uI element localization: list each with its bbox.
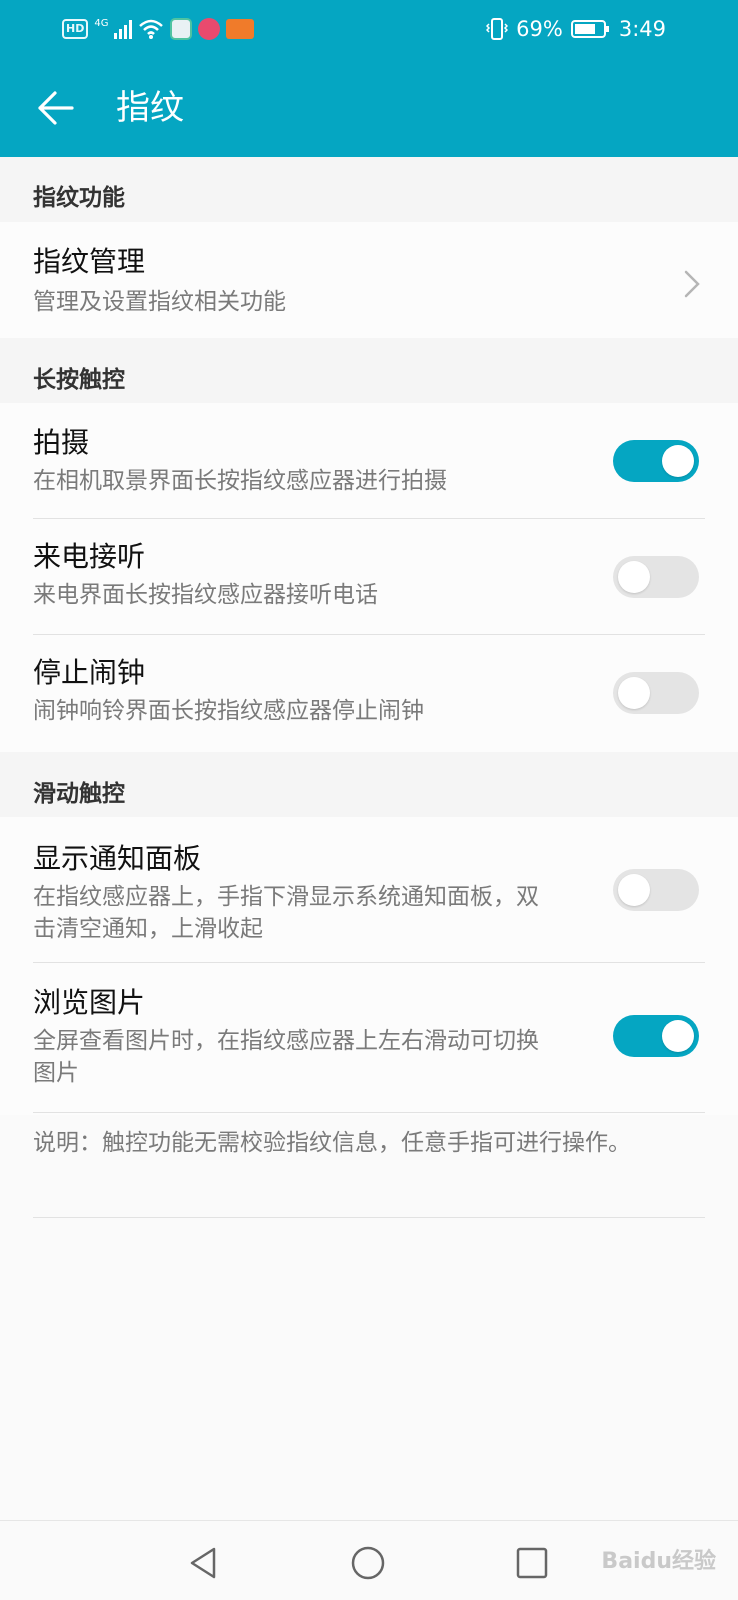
wifi-icon xyxy=(138,18,164,40)
section-title-long-press: 长按触控 xyxy=(33,367,125,393)
divider xyxy=(33,1112,705,1113)
battery-icon xyxy=(570,19,611,39)
fingerprint-management-subtitle: 管理及设置指纹相关功能 xyxy=(33,289,286,315)
nav-back-button[interactable] xyxy=(182,1541,226,1585)
square-recents-icon xyxy=(516,1547,548,1579)
hd-icon: HD xyxy=(62,19,89,39)
browse-photos-row[interactable]: 浏览图片 全屏查看图片时，在指纹感应器上左右滑动可切换图片 xyxy=(0,963,738,1113)
stop-alarm-title: 停止闹钟 xyxy=(33,656,146,689)
signal-icon xyxy=(114,19,133,39)
notification-panel-title: 显示通知面板 xyxy=(33,842,202,875)
card-swipe: 显示通知面板 在指纹感应器上，手指下滑显示系统通知面板，双击清空通知，上滑收起 … xyxy=(0,817,738,1115)
section-title-fingerprint-function: 指纹功能 xyxy=(33,185,125,211)
divider xyxy=(33,1217,705,1218)
stop-alarm-row[interactable]: 停止闹钟 闹钟响铃界面长按指纹感应器停止闹钟 xyxy=(0,635,738,752)
answer-call-subtitle: 来电界面长按指纹感应器接听电话 xyxy=(33,582,378,608)
note-text: 说明：触控功能无需校验指纹信息，任意手指可进行操作。 xyxy=(33,1130,631,1156)
lower-background xyxy=(0,1115,738,1520)
capture-row[interactable]: 拍摄 在相机取景界面长按指纹感应器进行拍摄 xyxy=(0,403,738,519)
status-left-icons: HD 4G xyxy=(62,16,255,42)
browse-photos-title: 浏览图片 xyxy=(33,986,146,1019)
navigation-bar: Baidu经验 xyxy=(0,1520,738,1600)
nav-home-button[interactable] xyxy=(346,1541,390,1585)
back-button[interactable] xyxy=(28,80,84,136)
battery-percent: 69% xyxy=(516,17,563,41)
notification-panel-row[interactable]: 显示通知面板 在指纹感应器上，手指下滑显示系统通知面板，双击清空通知，上滑收起 xyxy=(0,817,738,963)
notification-panel-subtitle: 在指纹感应器上，手指下滑显示系统通知面板，双击清空通知，上滑收起 xyxy=(33,884,539,942)
stop-alarm-subtitle: 闹钟响铃界面长按指纹感应器停止闹钟 xyxy=(33,698,424,724)
vibrate-icon xyxy=(486,16,509,42)
triangle-back-icon xyxy=(190,1547,216,1579)
card-fingerprint-function: 指纹管理 管理及设置指纹相关功能 xyxy=(0,222,738,338)
page-title: 指纹 xyxy=(116,88,184,128)
network-type-label: 4G xyxy=(94,17,109,29)
toolbar: 指纹 xyxy=(0,58,738,157)
answer-call-toggle[interactable] xyxy=(613,556,699,598)
fingerprint-management-row[interactable]: 指纹管理 管理及设置指纹相关功能 xyxy=(0,222,738,338)
toggle-knob xyxy=(618,677,650,709)
toggle-knob xyxy=(662,1020,694,1052)
fingerprint-management-title: 指纹管理 xyxy=(33,245,146,278)
toggle-knob xyxy=(662,445,694,477)
clock: 3:49 xyxy=(618,17,666,41)
chevron-right-icon xyxy=(684,270,700,298)
video-app-notification-icon xyxy=(198,18,221,40)
notification-panel-toggle[interactable] xyxy=(613,869,699,911)
capture-toggle[interactable] xyxy=(613,440,699,482)
watermark: Baidu经验 xyxy=(601,1549,716,1574)
browse-photos-subtitle: 全屏查看图片时，在指纹感应器上左右滑动可切换图片 xyxy=(33,1028,539,1086)
app-notification-icon xyxy=(170,18,193,40)
shopping-app-notification-icon xyxy=(226,19,255,39)
status-right-icons: 69% 3:49 xyxy=(486,14,666,44)
status-bar: HD 4G 69% 3:49 xyxy=(0,0,738,58)
circle-home-icon xyxy=(351,1546,385,1580)
arrow-left-icon xyxy=(38,91,74,125)
nav-recents-button[interactable] xyxy=(510,1541,554,1585)
capture-subtitle: 在相机取景界面长按指纹感应器进行拍摄 xyxy=(33,468,447,494)
card-long-press: 拍摄 在相机取景界面长按指纹感应器进行拍摄 来电接听 来电界面长按指纹感应器接听… xyxy=(0,403,738,752)
toggle-knob xyxy=(618,874,650,906)
answer-call-title: 来电接听 xyxy=(33,540,146,573)
section-title-swipe: 滑动触控 xyxy=(33,781,125,807)
app-header: HD 4G 69% 3:49 指纹 xyxy=(0,0,738,157)
capture-title: 拍摄 xyxy=(33,426,90,459)
toggle-knob xyxy=(618,561,650,593)
answer-call-row[interactable]: 来电接听 来电界面长按指纹感应器接听电话 xyxy=(0,519,738,635)
browse-photos-toggle[interactable] xyxy=(613,1015,699,1057)
stop-alarm-toggle[interactable] xyxy=(613,672,699,714)
